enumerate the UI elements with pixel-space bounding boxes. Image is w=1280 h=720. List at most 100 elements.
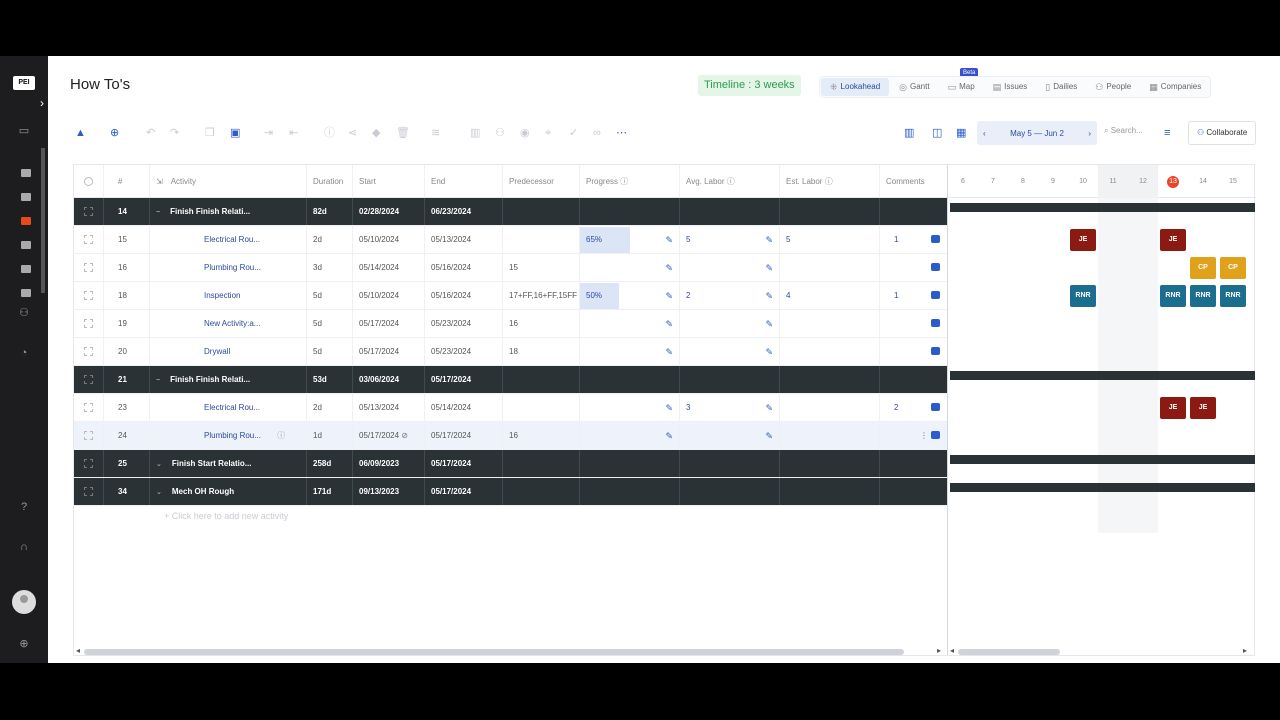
row-checkbox[interactable] (74, 310, 104, 337)
comments-cell[interactable] (880, 478, 944, 505)
predecessor-cell[interactable]: 18 (503, 338, 580, 365)
predecessor-cell[interactable] (503, 198, 580, 225)
start-cell[interactable]: 02/28/2024 (353, 198, 425, 225)
calendar-icon[interactable]: ▦ (956, 126, 966, 140)
table-row[interactable]: 23 Electrical Rou... 2d 05/13/2024 05/14/202… (74, 394, 947, 422)
progress-cell[interactable] (580, 450, 680, 477)
start-cell[interactable]: 09/13/2023 (353, 478, 425, 505)
gantt-group-bar[interactable] (950, 483, 1255, 492)
info-icon[interactable]: ⓘ (825, 177, 833, 186)
collaborate-button[interactable]: ⚇ Collaborate (1188, 121, 1257, 145)
est-labor-cell[interactable] (780, 310, 880, 337)
indent-icon[interactable]: ⇥ (264, 126, 273, 140)
avg-labor-cell[interactable] (680, 478, 780, 505)
folder-icon[interactable] (21, 265, 31, 273)
collapse-icon[interactable]: − (156, 199, 160, 225)
comment-icon[interactable] (931, 403, 940, 411)
comment-icon[interactable] (931, 319, 940, 327)
progress-cell[interactable] (580, 366, 680, 393)
col-header-avg-labor[interactable]: Avg. Labor ⓘ (680, 165, 780, 197)
end-cell[interactable]: 05/13/2024 (425, 226, 503, 253)
est-labor-cell[interactable] (780, 422, 880, 449)
comments-cell[interactable] (880, 310, 944, 337)
progress-cell[interactable]: ✎ (580, 394, 680, 421)
assign-icon[interactable]: ⚇ (495, 126, 505, 140)
scroll-left-icon[interactable]: ◂ (950, 646, 954, 655)
comments-cell[interactable] (880, 450, 944, 477)
end-cell[interactable]: 05/17/2024 (425, 450, 503, 477)
start-cell[interactable]: 05/13/2024 (353, 394, 425, 421)
col-header-duration[interactable]: Duration (307, 165, 353, 197)
start-cell[interactable]: 06/09/2023 (353, 450, 425, 477)
comments-cell[interactable] (880, 338, 944, 365)
avatar[interactable] (12, 590, 36, 614)
activity-name[interactable]: Electrical Rou... (150, 394, 307, 421)
end-cell[interactable]: 05/16/2024 (425, 254, 503, 281)
est-labor-cell[interactable] (780, 198, 880, 225)
comment-icon[interactable] (931, 347, 940, 355)
folder-icon[interactable]: ▭ (17, 126, 31, 137)
info-icon[interactable]: ⓘ (727, 177, 735, 186)
gantt-task-rnr[interactable]: RNR (1220, 285, 1246, 307)
end-cell[interactable]: 05/16/2024 (425, 282, 503, 309)
team-icon[interactable]: ⚇ (17, 308, 31, 319)
table-group-row[interactable]: 25 ⌄ Finish Start Relatio... 258d 06/09/2023… (74, 450, 947, 478)
activity-name[interactable]: ⌄ Mech OH Rough (150, 478, 307, 505)
table-row[interactable]: 24 Plumbing Rou... ⓘ 1d 05/17/2024 ⊘ 05/17/2… (74, 422, 947, 450)
tab-people[interactable]: ⚇ People (1086, 77, 1140, 97)
more-icon[interactable]: ⋯ (616, 126, 627, 140)
row-checkbox[interactable] (74, 198, 104, 225)
gantt-task-je[interactable]: JE (1070, 229, 1096, 251)
row-checkbox[interactable] (74, 282, 104, 309)
duration-cell[interactable]: 258d (307, 450, 353, 477)
start-cell[interactable]: 05/14/2024 (353, 254, 425, 281)
share-icon[interactable]: ⋖ (348, 126, 357, 140)
progress-cell[interactable]: 50% ✎ (580, 282, 680, 309)
predecessor-cell[interactable] (503, 366, 580, 393)
avg-labor-cell[interactable] (680, 198, 780, 225)
duration-cell[interactable]: 5d (307, 338, 353, 365)
row-checkbox[interactable] (74, 394, 104, 421)
duration-cell[interactable]: 1d (307, 422, 353, 449)
activity-name[interactable]: − Finish Finish Relati... (150, 198, 307, 225)
start-cell[interactable]: 05/17/2024 (353, 310, 425, 337)
table-group-row[interactable]: 34 ⌄ Mech OH Rough 171d 09/13/2023 05/17/2024 (74, 478, 947, 506)
avg-labor-cell[interactable]: ✎ (680, 310, 780, 337)
avg-labor-cell[interactable]: 5 ✎ (680, 226, 780, 253)
progress-cell[interactable]: ✎ (580, 254, 680, 281)
row-checkbox[interactable] (74, 338, 104, 365)
columns-view-icon[interactable]: ▥ (904, 126, 914, 140)
row-checkbox[interactable] (74, 450, 104, 477)
duration-cell[interactable]: 3d (307, 254, 353, 281)
est-labor-cell[interactable] (780, 338, 880, 365)
next-range-icon[interactable]: › (1088, 129, 1091, 138)
gantt-task-rnr[interactable]: RNR (1190, 285, 1216, 307)
edit-pencil-icon[interactable]: ✎ (665, 254, 673, 281)
gantt-task-cp[interactable]: CP (1190, 257, 1216, 279)
row-checkbox[interactable] (74, 478, 104, 505)
edit-pencil-icon[interactable]: ✎ (665, 282, 673, 309)
edit-pencil-icon[interactable]: ✎ (765, 226, 773, 253)
table-row[interactable]: 16 Plumbing Rou... 3d 05/14/2024 05/16/2024 1… (74, 254, 947, 282)
est-labor-cell[interactable] (780, 478, 880, 505)
progress-cell[interactable]: ✎ (580, 338, 680, 365)
collapse-all-icon[interactable]: ⇲ (156, 177, 163, 186)
scroll-right-icon[interactable]: ▸ (937, 646, 941, 655)
activity-name[interactable]: Drywall (150, 338, 307, 365)
activity-name[interactable]: Plumbing Rou... ⓘ (150, 422, 307, 449)
est-labor-cell[interactable]: 5 (780, 226, 880, 253)
date-range-picker[interactable]: ‹ May 5 — Jun 2 › (977, 121, 1097, 145)
outdent-icon[interactable]: ⇤ (289, 126, 298, 140)
end-cell[interactable]: 05/14/2024 (425, 394, 503, 421)
avg-labor-cell[interactable]: 3 ✎ (680, 394, 780, 421)
info-icon[interactable]: ⓘ (277, 431, 285, 440)
progress-cell[interactable]: ✎ (580, 310, 680, 337)
tab-dailies[interactable]: ▯ Dailies (1036, 77, 1086, 97)
col-header-progress[interactable]: Progress ⓘ (580, 165, 680, 197)
table-row[interactable]: 18 Inspection 5d 05/10/2024 05/16/2024 17+FF,… (74, 282, 947, 310)
chart-icon[interactable]: ◔ (17, 348, 31, 359)
avg-labor-cell[interactable]: ✎ (680, 254, 780, 281)
start-cell[interactable]: 05/17/2024 ⊘ (353, 422, 425, 449)
predecessor-cell[interactable]: 16 (503, 422, 580, 449)
row-checkbox[interactable] (74, 366, 104, 393)
